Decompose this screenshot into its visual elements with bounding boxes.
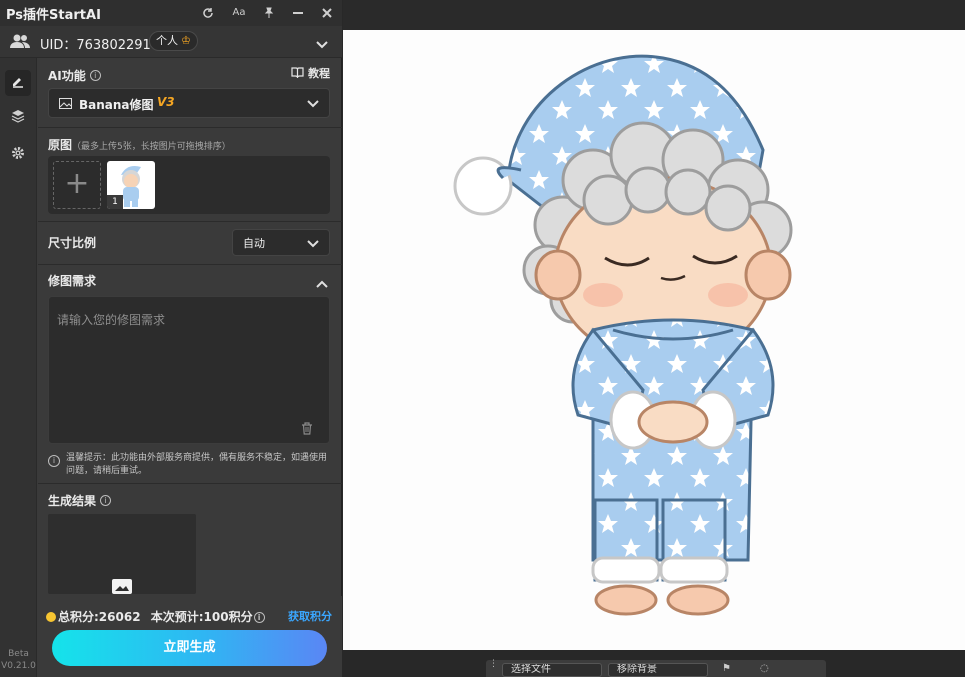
select-file-button[interactable]: 选择文件 bbox=[502, 663, 602, 677]
trash-icon[interactable] bbox=[301, 422, 313, 435]
generate-button[interactable]: 立即生成 bbox=[52, 630, 327, 666]
refresh-icon[interactable] bbox=[198, 3, 218, 23]
collapse-chevron-up-icon[interactable] bbox=[316, 274, 328, 293]
service-notice: i 温馨提示：此功能由外部服务商提供，偶有服务不稳定，如遇使用问题，请稍后重试。 bbox=[48, 452, 332, 478]
user-bar: UID：763802291 个人 ♔ bbox=[0, 26, 342, 58]
service-notice-text: 温馨提示：此功能由外部服务商提供，偶有服务不稳定，如遇使用问题，请稍后重试。 bbox=[66, 453, 328, 476]
info-icon[interactable]: i bbox=[89, 70, 101, 81]
edit-request-label: 修图需求 bbox=[48, 274, 97, 288]
version-number: V0.21.0 bbox=[1, 661, 36, 671]
ps-contextual-taskbar: ⋮ 选择文件 移除背景 ⚑ ◌ bbox=[486, 660, 826, 677]
tutorial-label: 教程 bbox=[308, 67, 330, 80]
source-thumbnail[interactable]: 1 bbox=[107, 161, 155, 209]
version-badge: V3 bbox=[157, 95, 175, 109]
settings-gear-icon[interactable] bbox=[5, 142, 31, 168]
remove-background-button[interactable]: 移除背景 bbox=[608, 663, 708, 677]
startai-plugin-panel: Ps插件StartAI Aa UID：763802291 个人 ♔ Beta V… bbox=[0, 0, 342, 677]
flag-icon[interactable]: ⚑ bbox=[722, 663, 731, 674]
panel-content: AI功能 i 教程 Banana修图 V3 原图（最多上传5张，长按图片可拖拽排序… bbox=[38, 58, 342, 677]
minimize-icon[interactable] bbox=[288, 3, 308, 23]
drag-handle-icon[interactable]: ⋮ bbox=[489, 660, 498, 674]
source-image-label: 原图 bbox=[48, 138, 73, 152]
remove-background-label: 移除背景 bbox=[617, 664, 657, 675]
thumbnail-index: 1 bbox=[107, 195, 123, 209]
layers-icon[interactable] bbox=[5, 105, 31, 131]
get-points-link[interactable]: 获取积分 bbox=[288, 608, 332, 624]
chevron-down-icon bbox=[307, 100, 319, 108]
info-icon[interactable]: i bbox=[253, 612, 265, 623]
chevron-down-icon bbox=[307, 240, 319, 248]
crown-icon: ♔ bbox=[181, 34, 191, 47]
beta-label: Beta bbox=[8, 649, 29, 659]
edit-request-placeholder: 请输入您的修图需求 bbox=[57, 313, 166, 327]
divider bbox=[38, 264, 342, 265]
pin-icon[interactable] bbox=[259, 3, 279, 23]
user-menu-chevron-icon[interactable] bbox=[316, 35, 328, 54]
ai-function-label: AI功能 bbox=[48, 69, 86, 83]
ai-function-value: Banana修图 bbox=[79, 98, 154, 112]
aspect-ratio-select[interactable]: 自动 bbox=[232, 229, 330, 256]
source-image-list: + 1 bbox=[48, 156, 330, 214]
users-icon bbox=[10, 33, 30, 53]
sleepy-boy-illustration bbox=[453, 54, 793, 616]
book-icon bbox=[291, 67, 304, 79]
ps-top-strip bbox=[343, 0, 965, 30]
points-summary: 总积分:26062 本次预计:100积分 i bbox=[46, 608, 265, 625]
aspect-ratio-label: 尺寸比例 bbox=[48, 236, 97, 250]
coin-icon bbox=[46, 612, 56, 622]
edit-tool-icon[interactable] bbox=[5, 70, 31, 96]
divider bbox=[38, 221, 342, 222]
aspect-ratio-value: 自动 bbox=[243, 237, 265, 250]
title-bar: Ps插件StartAI Aa bbox=[0, 0, 342, 26]
result-label: 生成结果 bbox=[48, 494, 97, 508]
image-icon bbox=[59, 98, 72, 109]
panel-footer: 总积分:26062 本次预计:100积分 i 获取积分 立即生成 bbox=[38, 596, 342, 677]
total-points: 总积分:26062 bbox=[58, 610, 141, 624]
side-rail: Beta V0.21.0 bbox=[0, 58, 37, 677]
tutorial-link[interactable]: 教程 bbox=[291, 65, 330, 81]
info-icon[interactable]: i bbox=[100, 495, 112, 506]
source-image-heading: 原图（最多上传5张，长按图片可拖拽排序） bbox=[48, 134, 231, 153]
add-image-button[interactable]: + bbox=[53, 161, 101, 209]
ai-function-select[interactable]: Banana修图 V3 bbox=[48, 88, 330, 118]
user-uid: UID：763802291 bbox=[40, 38, 151, 53]
select-file-label: 选择文件 bbox=[511, 664, 551, 675]
divider bbox=[38, 483, 342, 484]
edit-request-textarea[interactable]: 请输入您的修图需求 bbox=[48, 296, 330, 444]
app-title: Ps插件StartAI bbox=[6, 8, 101, 23]
plan-label: 个人 bbox=[156, 34, 178, 47]
ps-document-canvas[interactable] bbox=[343, 30, 965, 650]
ai-function-heading: AI功能 i bbox=[48, 65, 101, 84]
result-preview[interactable] bbox=[48, 514, 196, 594]
result-heading: 生成结果 i bbox=[48, 490, 112, 509]
more-icon[interactable]: ◌ bbox=[760, 663, 769, 674]
close-icon[interactable] bbox=[317, 3, 337, 23]
cost-estimate: 本次预计:100积分 bbox=[150, 610, 253, 624]
image-placeholder-icon bbox=[112, 579, 132, 594]
info-icon: i bbox=[48, 455, 60, 467]
divider bbox=[38, 127, 342, 128]
source-image-hint: （最多上传5张，长按图片可拖拽排序） bbox=[72, 142, 231, 152]
plan-badge[interactable]: 个人 ♔ bbox=[149, 31, 198, 51]
font-size-icon[interactable]: Aa bbox=[229, 3, 249, 23]
